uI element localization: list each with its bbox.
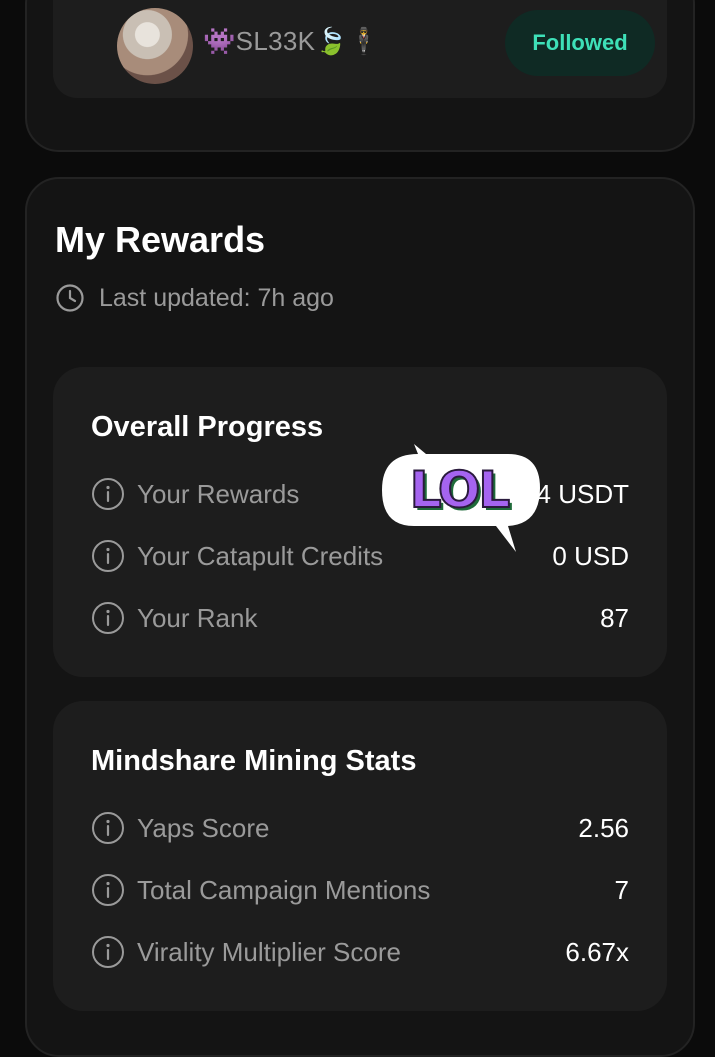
mining-stats-title: Mindshare Mining Stats: [91, 745, 417, 777]
stat-row-campaign-mentions: Total Campaign Mentions 7: [91, 870, 629, 910]
stat-label: Virality Multiplier Score: [137, 936, 401, 967]
stat-label: Total Campaign Mentions: [137, 874, 431, 905]
stat-value: 0 USD: [552, 540, 629, 571]
lol-sticker-text: LOL: [410, 461, 510, 519]
stat-value: 6.67x: [565, 936, 629, 967]
stat-label: Your Rewards: [137, 478, 300, 509]
stat-row-catapult-credits: Your Catapult Credits 0 USD: [91, 536, 629, 576]
avatar[interactable]: [117, 8, 193, 84]
user-row: 👾SL33K🍃🕴 Followed: [53, 0, 667, 98]
page-title: My Rewards: [55, 219, 266, 260]
stat-value: 7: [614, 874, 629, 905]
stat-row-rank: Your Rank 87: [91, 598, 629, 638]
stat-label: Your Rank: [137, 602, 258, 633]
followed-user-card: 👾SL33K🍃🕴 Followed: [25, 0, 695, 152]
info-icon[interactable]: [91, 539, 125, 573]
stat-value: 87: [600, 602, 629, 633]
followed-button[interactable]: Followed: [505, 10, 655, 76]
last-updated: Last updated: 7h ago: [55, 283, 334, 313]
clock-icon: [56, 284, 84, 312]
stat-label: Yaps Score: [137, 812, 270, 843]
info-icon[interactable]: [91, 811, 125, 845]
stat-row-virality-multiplier: Virality Multiplier Score 6.67x: [91, 932, 629, 972]
info-icon[interactable]: [91, 873, 125, 907]
stat-label: Your Catapult Credits: [137, 540, 384, 571]
last-updated-text: Last updated: 7h ago: [99, 283, 334, 312]
info-icon[interactable]: [91, 601, 125, 635]
info-icon[interactable]: [91, 477, 125, 511]
mining-stats-card: Mindshare Mining Stats Yaps Score 2.56 T…: [53, 701, 667, 1011]
overall-progress-card: Overall Progress Your Rewards 4 USDT You…: [53, 367, 667, 677]
user-name[interactable]: 👾SL33K🍃🕴: [203, 26, 381, 57]
stat-value: 2.56: [578, 812, 629, 843]
info-icon[interactable]: [91, 935, 125, 969]
stat-value: 4 USDT: [536, 478, 629, 509]
rewards-card: My Rewards Last updated: 7h ago Overall …: [25, 177, 695, 1057]
stat-row-yaps-score: Yaps Score 2.56: [91, 808, 629, 848]
overall-progress-title: Overall Progress: [91, 411, 324, 443]
stat-row-rewards: Your Rewards 4 USDT: [91, 474, 629, 514]
lol-sticker[interactable]: LOL LOL: [380, 442, 542, 554]
